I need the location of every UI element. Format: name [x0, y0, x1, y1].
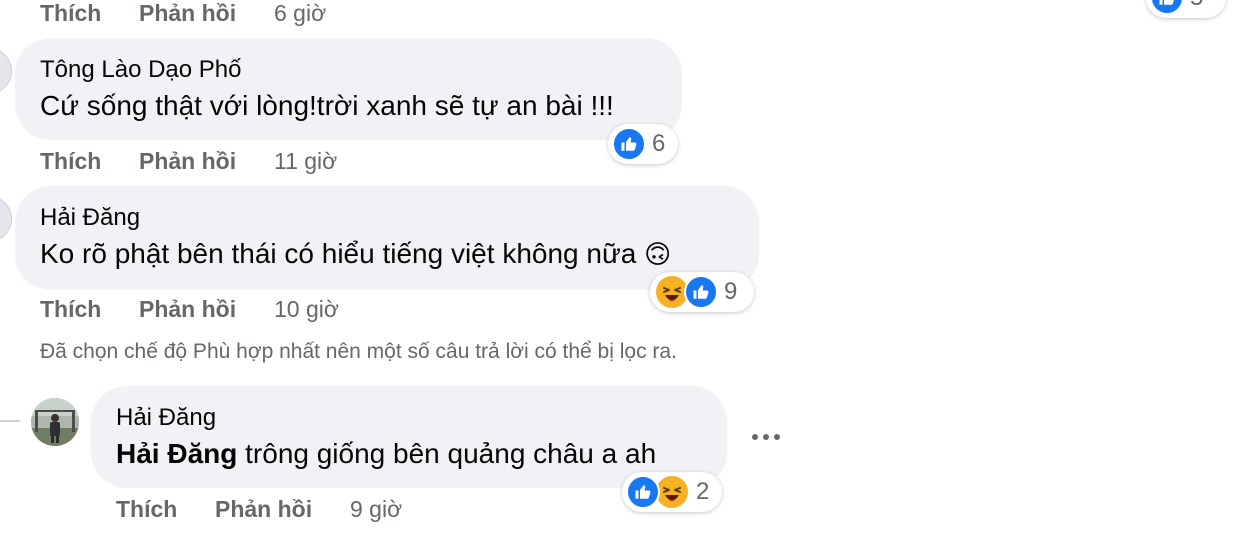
like-button[interactable]: Thích	[40, 0, 101, 27]
dot	[752, 434, 758, 440]
mention-link[interactable]: Hải Đăng	[116, 438, 237, 469]
like-icon	[1150, 0, 1184, 15]
comment-text-body: trông giống bên quảng châu a ah	[237, 438, 657, 469]
comment-text: Cứ sống thật với lòng!trời xanh sẽ tự an…	[40, 90, 614, 121]
reaction-count: 2	[696, 478, 710, 505]
thread-connector	[0, 420, 20, 422]
dot	[763, 434, 769, 440]
avatar[interactable]	[0, 48, 12, 94]
reply-button[interactable]: Phản hồi	[139, 296, 236, 323]
comment-text: Hải Đăng trông giống bên quảng châu a ah	[116, 438, 656, 470]
reply-button[interactable]: Phản hồi	[139, 0, 236, 27]
like-button[interactable]: Thích	[116, 496, 177, 523]
comment-time[interactable]: 6 giờ	[274, 0, 326, 27]
comment-author[interactable]: Hải Đăng	[40, 204, 140, 232]
like-icon	[612, 127, 646, 161]
filter-notice: Đã chọn chế độ Phù hợp nhất nên một số c…	[40, 340, 677, 363]
comment-time[interactable]: 9 giờ	[350, 496, 402, 523]
comment-text-body: Ko rõ phật bên thái có hiểu tiếng việt k…	[40, 238, 637, 269]
reply-button[interactable]: Phản hồi	[139, 148, 236, 175]
comment-text: Ko rõ phật bên thái có hiểu tiếng việt k…	[40, 238, 671, 270]
comment-time[interactable]: 10 giờ	[274, 296, 339, 323]
comment-author[interactable]: Tông Lào Dạo Phố	[40, 56, 241, 84]
reaction-count: 9	[724, 278, 738, 305]
reaction-summary[interactable]: 9	[650, 272, 754, 312]
like-icon	[684, 275, 718, 309]
avatar[interactable]	[31, 398, 79, 446]
comment-time[interactable]: 11 giờ	[274, 148, 337, 175]
like-button[interactable]: Thích	[40, 296, 101, 323]
comment-bubble	[91, 386, 727, 488]
comment-author[interactable]: Hải Đăng	[116, 404, 216, 432]
comment-bubble	[15, 38, 682, 140]
reaction-count: 5	[1190, 0, 1203, 12]
like-icon	[626, 475, 660, 509]
reaction-summary[interactable]: 6	[608, 124, 678, 164]
dot	[774, 434, 780, 440]
reaction-summary[interactable]: 2	[622, 472, 722, 512]
reaction-summary[interactable]: 5	[1146, 0, 1226, 18]
upside-down-face-emoji: 🙃	[644, 240, 672, 270]
reaction-count: 6	[652, 130, 666, 157]
like-button[interactable]: Thích	[40, 148, 101, 175]
more-options-button[interactable]	[752, 434, 780, 440]
avatar[interactable]	[0, 196, 12, 242]
reply-button[interactable]: Phản hồi	[215, 496, 312, 523]
